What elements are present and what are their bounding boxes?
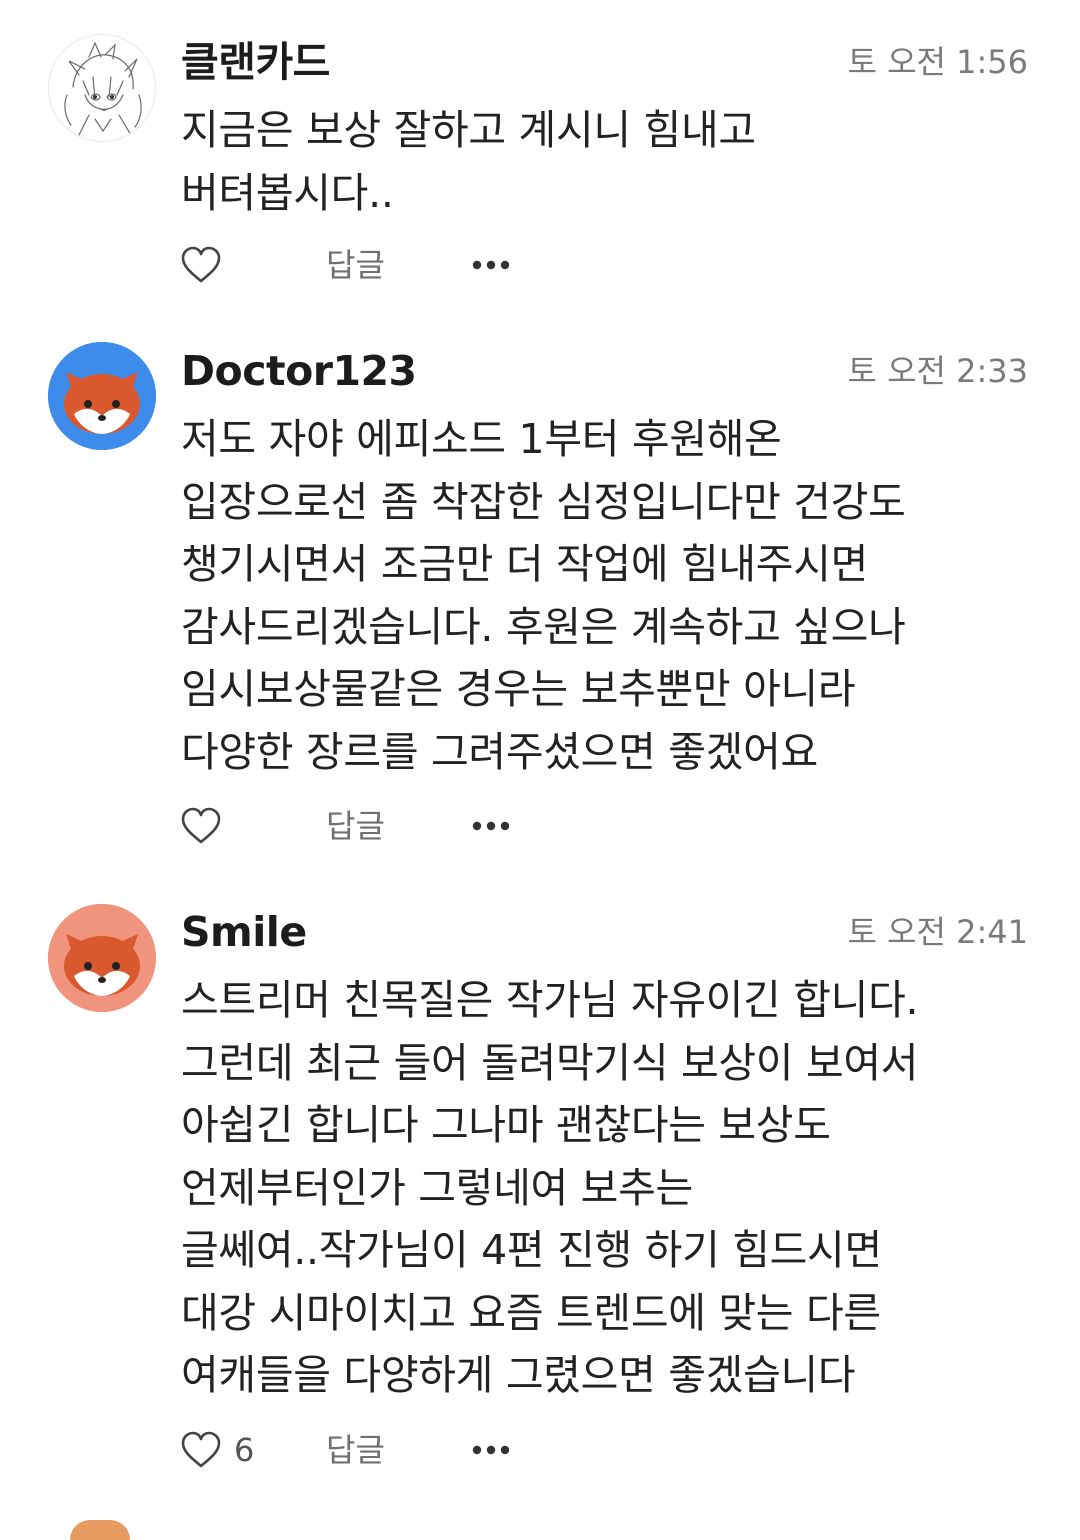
comment-text-line: 그런데 최근 들어 돌려막기식 보상이 보여서 — [181, 1038, 919, 1087]
reply-button[interactable]: 답글 — [326, 1430, 385, 1470]
more-dots-icon — [472, 1445, 510, 1455]
more-dots-icon — [472, 821, 510, 831]
comment-actions: 답글 — [180, 243, 540, 287]
comment-author[interactable]: Doctor123 — [181, 351, 417, 392]
avatar[interactable] — [48, 904, 156, 1012]
comment-actions: 답글 — [180, 804, 540, 848]
comment-timestamp: 토 오전 1:56 — [847, 43, 1028, 81]
comment-text-line: 대강 시마이치고 요즘 트렌드에 맞는 다른 — [181, 1288, 881, 1337]
comment-timestamp: 토 오전 2:41 — [847, 913, 1028, 951]
comment-author[interactable]: Smile — [181, 912, 307, 953]
comment-body: 스트리머 친목질은 작가님 자유이긴 합니다. 그런데 최근 들어 돌려막기식 … — [181, 969, 1041, 1407]
comment-text-line: 챙기시면서 조금만 더 작업에 힘내주시면 — [181, 540, 869, 588]
heart-outline-icon — [181, 807, 221, 844]
like-button[interactable] — [180, 243, 234, 287]
comment-text-line: 감사드리겠습니다. 후원은 계속하고 싶으나 — [181, 602, 906, 651]
heart-outline-icon — [181, 1431, 221, 1468]
comment-text-line: 임시보상물같은 경우는 보추뿐만 아니라 — [181, 665, 856, 713]
fox-avatar-icon — [48, 342, 156, 450]
anime-sketch-avatar-icon — [49, 35, 155, 141]
comment-text-line: 입장으로선 좀 착잡한 심정입니다만 건강도 — [181, 477, 906, 526]
comment-body: 지금은 보상 잘하고 계시니 힘내고 버텨봅시다.. — [181, 99, 1041, 224]
heart-outline-icon — [181, 246, 221, 283]
avatar[interactable] — [70, 1520, 130, 1540]
comment-author[interactable]: 클랜카드 — [181, 42, 330, 83]
avatar[interactable] — [48, 342, 156, 450]
comment-text-line: 여캐들을 다양하게 그렸으면 좋겠습니다 — [181, 1351, 856, 1399]
more-options-button[interactable] — [468, 249, 514, 281]
like-count: 6 — [234, 1431, 255, 1469]
like-button[interactable] — [180, 804, 234, 848]
comment-text-line: 스트리머 친목질은 작가님 자유이긴 합니다. — [181, 976, 919, 1024]
comment-timestamp: 토 오전 2:33 — [847, 352, 1028, 390]
fox-avatar-icon — [48, 904, 156, 1012]
more-dots-icon — [472, 260, 510, 270]
comment-text-line: 지금은 보상 잘하고 계시니 힘내고 — [181, 106, 756, 154]
comment-body: 저도 자야 에피소드 1부터 후원해온 입장으로선 좀 착잡한 심정입니다만 건… — [181, 408, 1041, 783]
reply-button[interactable]: 답글 — [326, 806, 385, 846]
comment-text-line: 다양한 장르를 그려주셨으면 좋겠어요 — [181, 727, 818, 776]
more-options-button[interactable] — [468, 810, 514, 842]
like-button[interactable]: 6 — [180, 1428, 254, 1472]
avatar[interactable] — [48, 34, 156, 142]
comment-text-line: 아쉽긴 합니다 그나마 괜찮다는 보상도 — [181, 1101, 831, 1149]
comment-text-line: 글쎄여..작가님이 4편 진행 하기 힘드시면 — [181, 1226, 882, 1274]
more-options-button[interactable] — [468, 1434, 514, 1466]
comment-text-line: 저도 자야 에피소드 1부터 후원해온 — [181, 415, 782, 463]
comment-text-line: 버텨봅시다.. — [181, 168, 394, 217]
reply-button[interactable]: 답글 — [326, 245, 385, 285]
comment-text-line: 언제부터인가 그렇네여 보추는 — [181, 1163, 693, 1212]
comment-actions: 6 답글 — [180, 1428, 540, 1472]
